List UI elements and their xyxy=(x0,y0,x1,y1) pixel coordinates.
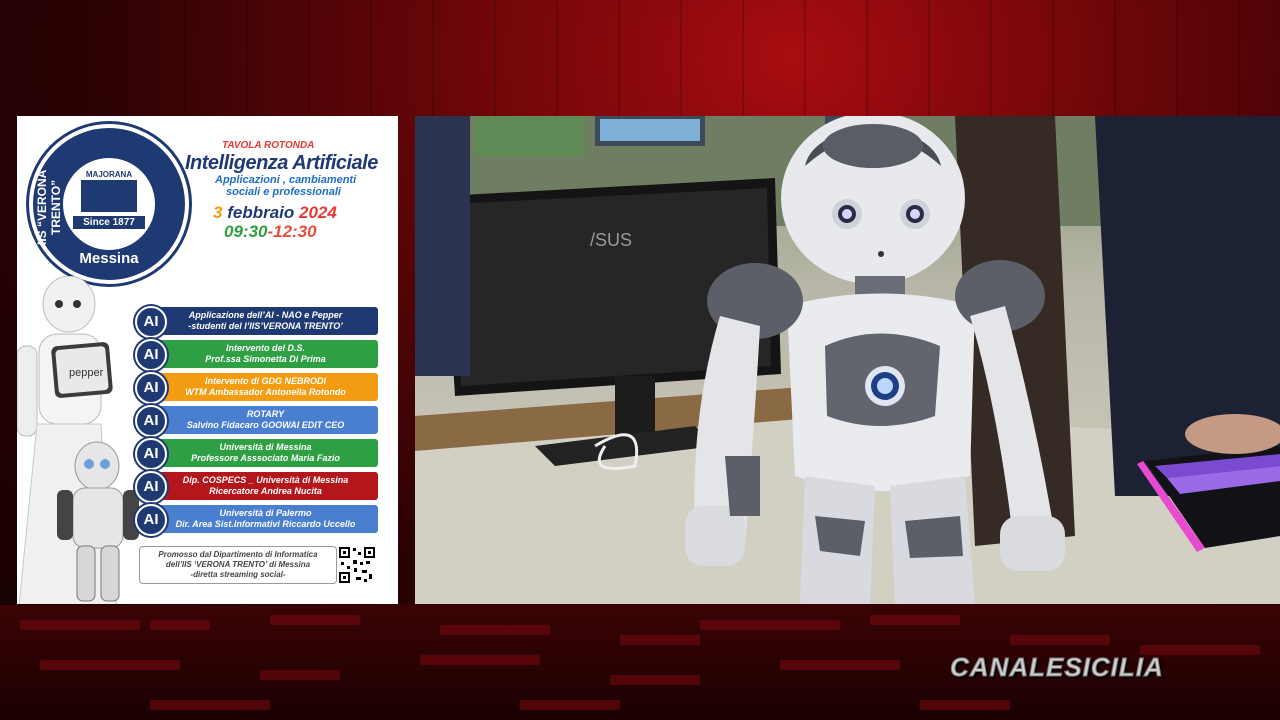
logo-majorana: MAJORANA xyxy=(85,170,133,179)
list-item: AI Intervento del D.S. Prof.ssa Simonett… xyxy=(135,339,385,371)
building-icon xyxy=(81,180,137,212)
item-line1: Università di Palermo xyxy=(219,508,312,518)
list-item: AI Università di Palermo Dir. Area Sist.… xyxy=(135,504,385,536)
monitor-brand: /SUS xyxy=(590,230,632,250)
logo-since: Since 1877 xyxy=(73,216,145,229)
time-start: 09:30 xyxy=(224,222,268,241)
item-bar: Intervento del D.S. Prof.ssa Simonetta D… xyxy=(153,340,378,368)
event-poster: IIS “VERONA TRENTO” IIS “VERONA TRENTO” … xyxy=(17,116,398,604)
item-line2: Ricercatore Andrea Nucita xyxy=(209,486,322,496)
poster-title: Intelligenza Artificiale xyxy=(185,152,378,174)
date-day: 3 xyxy=(213,203,223,222)
list-item: AI Intervento di GDG NEBRODI WTM Ambassa… xyxy=(135,372,385,404)
item-bar: Università di Messina Professore Asssoci… xyxy=(153,439,378,467)
item-line1: ROTARY xyxy=(246,409,285,419)
item-line1: Intervento di GDG NEBRODI xyxy=(204,376,326,386)
item-line1: Applicazione dell’AI - NAO e Pepper xyxy=(188,310,343,320)
item-line2: Prof.ssa Simonetta Di Prima xyxy=(205,354,326,364)
item-line1: Intervento del D.S. xyxy=(225,343,305,353)
time-end: -12:30 xyxy=(267,222,317,241)
item-line1: Dip. COSPECS _ Università di Messina xyxy=(182,475,349,485)
item-line2: -studenti del l’IIS’VERONA TRENTO’ xyxy=(188,321,343,331)
date-month: febbraio xyxy=(227,203,295,222)
item-bar: Intervento di GDG NEBRODI WTM Ambassador… xyxy=(153,373,378,401)
ai-badge: AI xyxy=(135,306,167,338)
poster-kicker: TAVOLA ROTONDA xyxy=(222,140,315,151)
item-bar: ROTARY Salvino Fidacaro GOOWAI EDIT CEO xyxy=(153,406,378,434)
logo-city: Messina xyxy=(79,250,139,267)
school-logo: IIS “VERONA TRENTO” IIS “VERONA TRENTO” … xyxy=(29,124,189,284)
poster-subtitle-1: Applicazioni , cambiamenti xyxy=(215,174,357,186)
ai-badge: AI xyxy=(135,339,167,371)
promo-box: Promosso dal Dipartimento di Informatica… xyxy=(139,546,337,584)
promo-line1: Promosso dal Dipartimento di Informatica xyxy=(158,550,318,559)
list-item: AI ROTARY Salvino Fidacaro GOOWAI EDIT C… xyxy=(135,405,385,437)
promo-line3: -diretta streaming social- xyxy=(190,570,286,579)
event-date: 3 febbraio 2024 xyxy=(213,203,337,223)
qr-code-icon xyxy=(338,546,376,584)
item-bar: Università di Palermo Dir. Area Sist.Inf… xyxy=(153,505,378,533)
channel-logo: CANALESICILIA xyxy=(950,652,1164,683)
event-time: 09:30-12:30 xyxy=(224,222,317,242)
date-year: 2024 xyxy=(299,203,337,222)
item-line2: Professore Asssociato Maria Fazio xyxy=(191,453,340,463)
ai-badge: AI xyxy=(135,504,167,536)
ai-badge: AI xyxy=(135,471,167,503)
video-frame: /SUS xyxy=(415,116,1280,604)
item-line2: Salvino Fidacaro GOOWAI EDIT CEO xyxy=(186,420,345,430)
item-bar: Applicazione dell’AI - NAO e Pepper -stu… xyxy=(153,307,378,335)
ai-badge: AI xyxy=(135,405,167,437)
item-line1: Università di Messina xyxy=(219,442,312,452)
pepper-screen-label: pepper xyxy=(69,367,104,379)
classroom-scene: /SUS xyxy=(415,116,1280,604)
poster-subtitle-2: sociali e professionali xyxy=(226,186,341,198)
pepper-robot-icon: pepper xyxy=(17,276,139,604)
ai-badge: AI xyxy=(135,438,167,470)
item-line2: Dir. Area Sist.Informativi Riccardo Ucce… xyxy=(175,519,356,529)
list-item: AI Applicazione dell’AI - NAO e Pepper -… xyxy=(135,306,385,338)
item-line2: WTM Ambassador Antonella Rotondo xyxy=(185,387,346,397)
logo-side-text: IIS “VERONA TRENTO” xyxy=(35,169,63,245)
promo-line2: dell’IIS ‘VERONA TRENTO’ di Messina xyxy=(165,560,311,569)
logo-emblem: MAJORANA Since 1877 xyxy=(63,158,155,250)
list-item: AI Dip. COSPECS _ Università di Messina … xyxy=(135,471,385,503)
ai-badge: AI xyxy=(135,372,167,404)
list-item: AI Università di Messina Professore Asss… xyxy=(135,438,385,470)
item-bar: Dip. COSPECS _ Università di Messina Ric… xyxy=(153,472,378,500)
